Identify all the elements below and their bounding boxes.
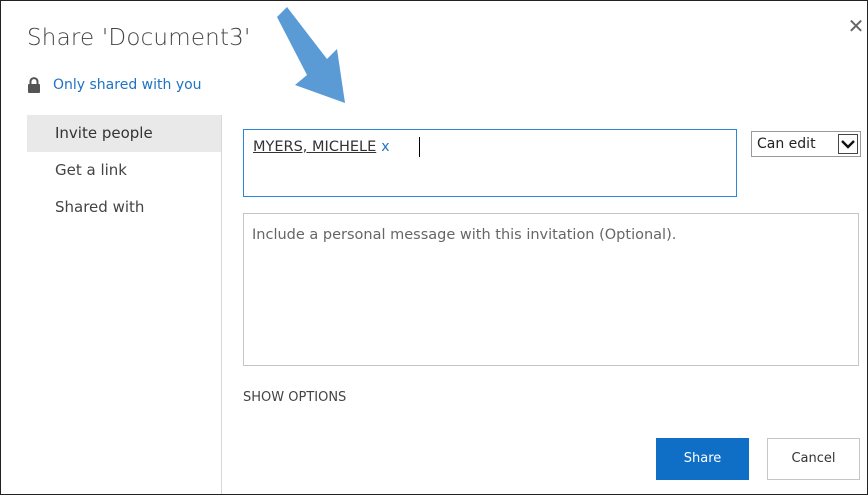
cancel-button[interactable]: Cancel <box>767 438 860 480</box>
share-nav: Invite people Get a link Shared with <box>27 115 221 226</box>
permission-value: Can edit <box>757 136 816 152</box>
text-cursor <box>419 137 420 157</box>
nav-divider <box>221 115 222 494</box>
close-icon: ✕ <box>847 14 865 38</box>
recipient-token: MYERS, MICHELE x <box>253 139 390 155</box>
message-placeholder: Include a personal message with this inv… <box>252 227 677 243</box>
nav-item-shared-with[interactable]: Shared with <box>27 189 221 226</box>
show-options-link[interactable]: SHOW OPTIONS <box>243 390 346 405</box>
recipient-name[interactable]: MYERS, MICHELE <box>253 139 376 155</box>
permission-dropdown[interactable]: Can edit <box>751 131 861 157</box>
dialog-title: Share 'Document3' <box>27 25 251 51</box>
personal-message-textarea[interactable]: Include a personal message with this inv… <box>243 213 859 366</box>
lock-icon <box>28 77 40 93</box>
nav-item-invite-people[interactable]: Invite people <box>27 115 221 152</box>
invite-people-input[interactable]: MYERS, MICHELE x <box>243 129 737 197</box>
sharing-status-link[interactable]: Only shared with you <box>53 77 202 93</box>
remove-recipient-button[interactable]: x <box>381 139 389 155</box>
sharing-status: Only shared with you <box>27 77 202 93</box>
close-button[interactable]: ✕ <box>845 15 867 37</box>
share-button[interactable]: Share <box>656 438 749 480</box>
arrow-pointer-icon <box>277 7 345 103</box>
nav-item-get-a-link[interactable]: Get a link <box>27 152 221 189</box>
chevron-down-icon <box>838 134 858 154</box>
share-dialog: Share 'Document3' ✕ Only shared with you… <box>0 0 868 495</box>
